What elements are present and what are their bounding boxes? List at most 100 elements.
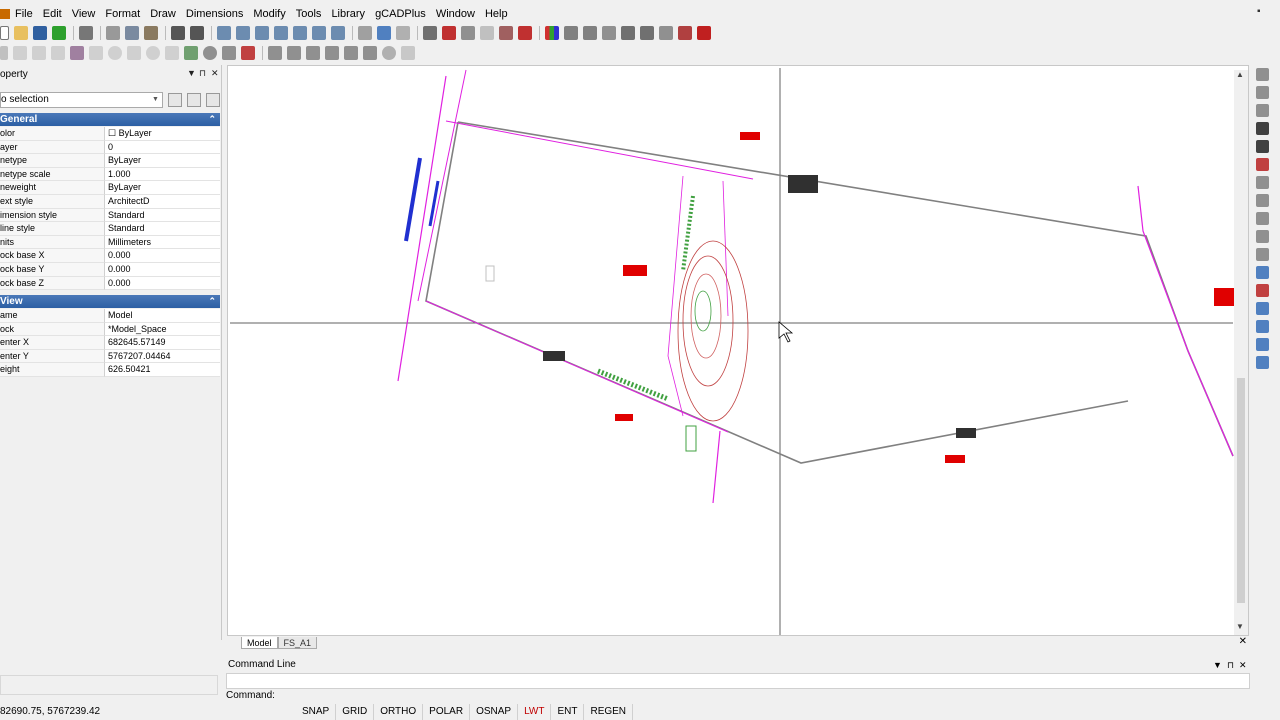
mirror-icon[interactable] <box>1256 86 1269 99</box>
array-icon[interactable] <box>1256 320 1269 333</box>
render-icon[interactable] <box>678 26 692 40</box>
scroll-up-icon[interactable]: ▲ <box>1236 70 1244 79</box>
property-value[interactable]: Millimeters <box>104 235 220 250</box>
quick-select-button[interactable] <box>168 93 182 107</box>
status-toggle-regen[interactable]: REGEN <box>584 704 634 720</box>
zoom-previous-icon[interactable] <box>312 26 326 40</box>
sheet-icon[interactable] <box>640 26 654 40</box>
menu-view[interactable]: View <box>69 5 103 23</box>
redo-icon[interactable] <box>190 26 204 40</box>
color-bars-icon[interactable] <box>545 26 559 40</box>
property-value[interactable]: ByLayer <box>104 181 220 195</box>
menu-window[interactable]: Window <box>433 5 482 23</box>
edit-icon[interactable] <box>1256 302 1269 315</box>
hatch-red-icon[interactable] <box>241 46 255 60</box>
selection-dropdown[interactable]: o selection ▼ <box>0 92 163 108</box>
scrollbar-thumb[interactable] <box>1237 378 1245 603</box>
trim-icon[interactable] <box>325 46 339 60</box>
pin-icon[interactable]: ⊓ <box>199 68 206 79</box>
move-icon[interactable] <box>268 46 282 60</box>
property-value[interactable]: 626.50421 <box>104 363 220 377</box>
offset-icon[interactable] <box>363 46 377 60</box>
undo-icon[interactable] <box>171 26 185 40</box>
property-row[interactable]: netype ByLayer <box>0 154 220 168</box>
close-icon[interactable]: ✕ <box>211 68 219 79</box>
layers-stack-icon[interactable] <box>423 26 437 40</box>
extend-icon[interactable] <box>344 46 358 60</box>
print-icon[interactable] <box>79 26 93 40</box>
divide-icon[interactable] <box>1256 356 1269 369</box>
circle-icon[interactable] <box>108 46 122 60</box>
section-view[interactable]: View ⌃ <box>0 295 220 308</box>
status-toggle-grid[interactable]: GRID <box>336 704 375 720</box>
menu-library[interactable]: Library <box>328 5 372 23</box>
paste-icon[interactable] <box>144 26 158 40</box>
property-row[interactable]: ock base Y 0.000 <box>0 263 220 277</box>
property-row[interactable]: netype scale 1.000 <box>0 167 220 182</box>
scale-icon[interactable] <box>306 46 320 60</box>
fillet-icon[interactable] <box>1256 266 1269 279</box>
app-icon[interactable] <box>0 9 10 19</box>
property-value[interactable]: ☐ ByLayer <box>104 127 220 141</box>
filter-button[interactable] <box>206 93 220 107</box>
property-value[interactable]: 0.000 <box>104 276 220 291</box>
property-value[interactable]: Standard <box>104 222 220 236</box>
copy-object-icon[interactable] <box>1256 68 1269 81</box>
property-row[interactable]: enter X 682645.57149 <box>0 336 220 350</box>
gear-icon[interactable] <box>203 46 217 60</box>
properties-icon[interactable] <box>358 26 372 40</box>
table-icon[interactable] <box>602 26 616 40</box>
region-icon[interactable] <box>499 26 513 40</box>
collapse-icon[interactable]: ⌃ <box>208 113 216 126</box>
property-row[interactable]: ock base X 0.000 <box>0 249 220 263</box>
status-toggle-ent[interactable]: ENT <box>551 704 585 720</box>
property-value[interactable]: 1.000 <box>104 167 220 182</box>
zoom-out-icon[interactable] <box>236 26 250 40</box>
rotate-icon[interactable] <box>287 46 301 60</box>
add-point-icon[interactable] <box>382 46 396 60</box>
menu-help[interactable]: Help <box>482 5 515 23</box>
menu-gcadplus[interactable]: gCADPlus <box>372 5 433 23</box>
hatch-icon[interactable] <box>480 26 494 40</box>
property-row[interactable]: eight 626.50421 <box>0 363 220 377</box>
arrow-icon[interactable] <box>0 46 8 60</box>
block-icon[interactable] <box>442 26 456 40</box>
gcad-icon[interactable] <box>697 26 711 40</box>
open-file-icon[interactable] <box>14 26 28 40</box>
status-toggle-lwt[interactable]: LWT <box>518 704 552 720</box>
zoom-all-icon[interactable] <box>293 26 307 40</box>
menu-format[interactable]: Format <box>102 5 147 23</box>
distance-icon[interactable] <box>583 26 597 40</box>
break-icon[interactable] <box>1256 230 1269 243</box>
xref-icon[interactable] <box>659 26 673 40</box>
menu-draw[interactable]: Draw <box>147 5 183 23</box>
minimize-icon[interactable]: ▪ <box>1257 7 1266 17</box>
tab-fs-a1[interactable]: FS_A1 <box>277 637 318 649</box>
property-row[interactable]: ock base Z 0.000 <box>0 276 220 291</box>
explode-icon[interactable] <box>1256 284 1269 297</box>
property-row[interactable]: enter Y 5767207.04464 <box>0 349 220 364</box>
property-value[interactable]: Standard <box>104 208 220 223</box>
ray-icon[interactable] <box>165 46 179 60</box>
property-value[interactable]: 0.000 <box>104 263 220 277</box>
scroll-down-icon[interactable]: ▼ <box>1236 622 1244 631</box>
menu-tools[interactable]: Tools <box>293 5 329 23</box>
chevron-down-icon[interactable]: ▼ <box>187 68 196 78</box>
spline-icon[interactable] <box>51 46 65 60</box>
align-icon[interactable] <box>1256 338 1269 351</box>
status-toggle-snap[interactable]: SNAP <box>296 704 337 720</box>
rectangle-icon[interactable] <box>89 46 103 60</box>
tab-model[interactable]: Model <box>241 637 278 649</box>
select-objects-button[interactable] <box>187 93 201 107</box>
vertical-scrollbar[interactable]: ▲ ▼ <box>1234 70 1248 635</box>
frame-icon[interactable] <box>222 46 236 60</box>
zoom-in-icon[interactable] <box>217 26 231 40</box>
menu-modify[interactable]: Modify <box>250 5 292 23</box>
property-row[interactable]: ext style ArchitectD <box>0 195 220 209</box>
property-row[interactable]: ock *Model_Space <box>0 322 220 337</box>
property-value[interactable]: 0.000 <box>104 249 220 263</box>
arc-icon[interactable] <box>127 46 141 60</box>
add-icon[interactable] <box>52 26 66 40</box>
property-row[interactable]: olor ☐ ByLayer <box>0 127 220 141</box>
design-center-icon[interactable] <box>396 26 410 40</box>
